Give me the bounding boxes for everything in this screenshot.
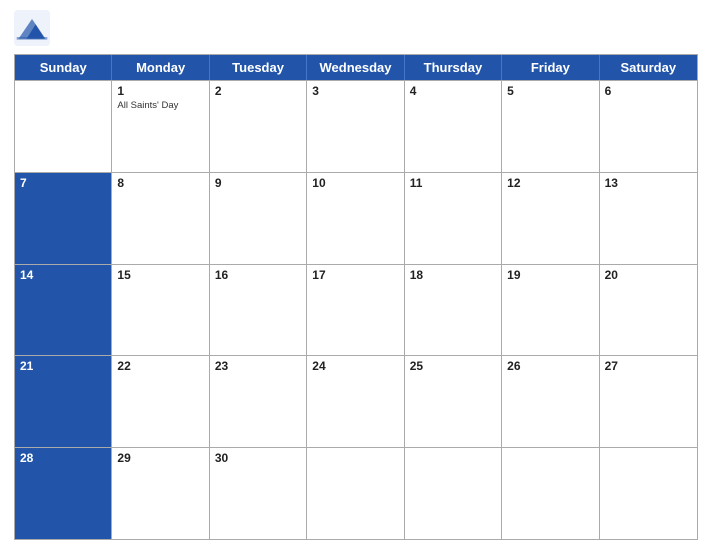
- day-number: 21: [20, 359, 106, 373]
- day-number: 15: [117, 268, 203, 282]
- day-number: 13: [605, 176, 692, 190]
- day-cell: 5: [502, 81, 599, 172]
- day-number: 24: [312, 359, 398, 373]
- day-cell: 26: [502, 356, 599, 447]
- day-number: 5: [507, 84, 593, 98]
- day-number: 25: [410, 359, 496, 373]
- day-header-tuesday: Tuesday: [210, 55, 307, 80]
- day-cell: 15: [112, 265, 209, 356]
- day-cell: 17: [307, 265, 404, 356]
- day-cell: 22: [112, 356, 209, 447]
- day-cell: 10: [307, 173, 404, 264]
- day-header-thursday: Thursday: [405, 55, 502, 80]
- day-number: 1: [117, 84, 203, 98]
- day-number: 23: [215, 359, 301, 373]
- day-number: 30: [215, 451, 301, 465]
- day-number: 22: [117, 359, 203, 373]
- day-cell: [15, 81, 112, 172]
- day-number: 17: [312, 268, 398, 282]
- weeks-container: 1All Saints' Day234567891011121314151617…: [15, 80, 697, 539]
- day-number: 2: [215, 84, 301, 98]
- day-cell: 20: [600, 265, 697, 356]
- day-cell: [600, 448, 697, 539]
- calendar-header: [14, 10, 698, 46]
- day-cell: 16: [210, 265, 307, 356]
- day-number: 6: [605, 84, 692, 98]
- logo-icon: [14, 10, 50, 46]
- calendar-page: SundayMondayTuesdayWednesdayThursdayFrid…: [0, 0, 712, 550]
- day-cell: 30: [210, 448, 307, 539]
- day-number: 8: [117, 176, 203, 190]
- day-cell: 8: [112, 173, 209, 264]
- day-header-wednesday: Wednesday: [307, 55, 404, 80]
- week-row-3: 21 22 23 24 25 26 27: [15, 355, 697, 447]
- day-header-monday: Monday: [112, 55, 209, 80]
- day-cell: 2: [210, 81, 307, 172]
- day-headers-row: SundayMondayTuesdayWednesdayThursdayFrid…: [15, 55, 697, 80]
- day-cell: 25: [405, 356, 502, 447]
- day-cell: 23: [210, 356, 307, 447]
- day-cell: 7: [15, 173, 112, 264]
- day-cell: 9: [210, 173, 307, 264]
- day-number: 28: [20, 451, 106, 465]
- day-cell: 14: [15, 265, 112, 356]
- day-cell: 12: [502, 173, 599, 264]
- day-number: 16: [215, 268, 301, 282]
- day-number: 19: [507, 268, 593, 282]
- day-number: 29: [117, 451, 203, 465]
- holiday-label: All Saints' Day: [117, 100, 203, 111]
- day-cell: [307, 448, 404, 539]
- day-cell: 11: [405, 173, 502, 264]
- day-cell: 13: [600, 173, 697, 264]
- day-number: 12: [507, 176, 593, 190]
- day-number: 10: [312, 176, 398, 190]
- day-header-sunday: Sunday: [15, 55, 112, 80]
- day-number: 20: [605, 268, 692, 282]
- day-cell: 1 All Saints' Day: [112, 81, 209, 172]
- calendar-grid: SundayMondayTuesdayWednesdayThursdayFrid…: [14, 54, 698, 540]
- day-number: 4: [410, 84, 496, 98]
- day-cell: 19: [502, 265, 599, 356]
- week-row-1: 789 10 11 12 13: [15, 172, 697, 264]
- day-header-saturday: Saturday: [600, 55, 697, 80]
- day-number: 9: [215, 176, 301, 190]
- day-number: 26: [507, 359, 593, 373]
- logo: [14, 10, 55, 46]
- day-number: 7: [20, 176, 106, 190]
- day-number: 18: [410, 268, 496, 282]
- day-header-friday: Friday: [502, 55, 599, 80]
- week-row-4: 28 29 30: [15, 447, 697, 539]
- day-cell: 6: [600, 81, 697, 172]
- day-cell: 3: [307, 81, 404, 172]
- day-number: 27: [605, 359, 692, 373]
- week-row-2: 14 15 16 17 18 19 20: [15, 264, 697, 356]
- day-cell: 29: [112, 448, 209, 539]
- day-cell: 21: [15, 356, 112, 447]
- day-number: 14: [20, 268, 106, 282]
- day-cell: [405, 448, 502, 539]
- day-number: 11: [410, 176, 496, 190]
- day-number: 3: [312, 84, 398, 98]
- day-cell: 4: [405, 81, 502, 172]
- day-cell: [502, 448, 599, 539]
- day-cell: 28: [15, 448, 112, 539]
- day-cell: 24: [307, 356, 404, 447]
- day-cell: 27: [600, 356, 697, 447]
- week-row-0: 1 All Saints' Day 23456: [15, 80, 697, 172]
- day-cell: 18: [405, 265, 502, 356]
